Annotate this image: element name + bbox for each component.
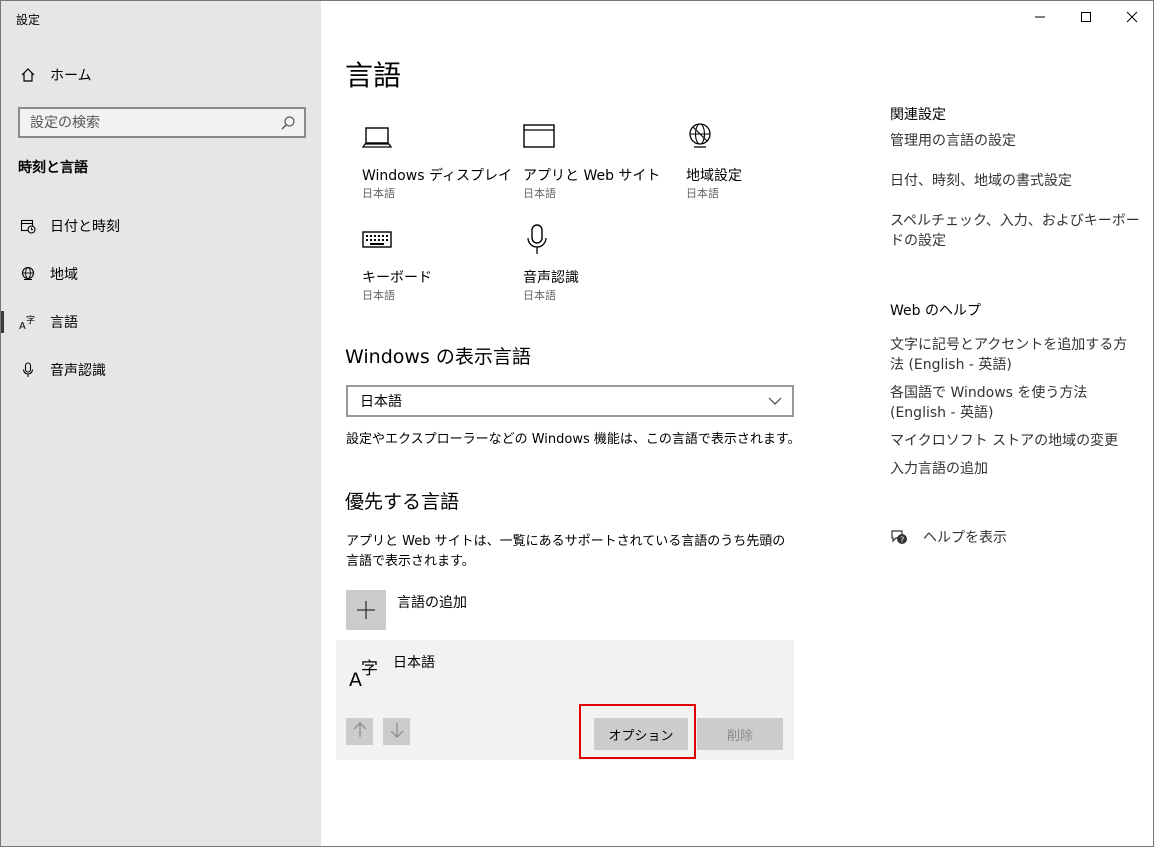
maximize-button[interactable]	[1063, 1, 1109, 33]
add-language-label: 言語の追加	[397, 595, 467, 611]
section-heading-preferred-language: 優先する言語	[345, 491, 460, 513]
sidebar-item-label: 言語	[50, 315, 78, 331]
tile-label: 音声認識	[523, 270, 579, 286]
related-link-admin-language[interactable]: 管理用の言語の設定	[890, 131, 1140, 151]
microphone-icon	[18, 360, 38, 380]
language-icon: A字	[18, 312, 38, 332]
page-title: 言語	[345, 59, 402, 92]
language-list-item[interactable]: A字 日本語 オプション 削除	[336, 640, 794, 760]
keyboard-icon	[362, 223, 396, 257]
display-language-description: 設定やエクスプローラーなどの Windows 機能は、この言語で表示されます。	[346, 432, 801, 447]
tile-label: 地域設定	[686, 168, 742, 184]
tile-label: アプリと Web サイト	[523, 168, 661, 184]
section-title: 時刻と言語	[18, 160, 88, 176]
related-settings-heading: 関連設定	[890, 107, 946, 123]
browser-window-icon	[523, 121, 557, 155]
move-down-button[interactable]	[383, 718, 410, 745]
svg-text:?: ?	[900, 536, 904, 545]
add-language-button[interactable]: 言語の追加	[346, 590, 467, 630]
tile-label: キーボード	[362, 270, 432, 286]
sidebar-item-label: 地域	[50, 267, 78, 283]
section-heading-display-language: Windows の表示言語	[345, 346, 531, 368]
globe-icon	[18, 264, 38, 284]
tile-speech[interactable]: 音声認識 日本語	[507, 223, 657, 313]
search-input[interactable]	[20, 114, 270, 131]
tile-subtext: 日本語	[362, 187, 395, 200]
tile-label: Windows ディスプレイ	[362, 168, 512, 184]
chevron-down-icon	[768, 395, 782, 411]
remove-button[interactable]: 削除	[697, 718, 783, 750]
language-name: 日本語	[393, 655, 435, 671]
sidebar-item-label: ホーム	[50, 68, 92, 84]
help-chat-icon: ?	[889, 527, 909, 547]
search-box[interactable]	[18, 107, 306, 138]
minimize-button[interactable]	[1017, 1, 1063, 33]
search-icon[interactable]	[280, 115, 296, 135]
tile-subtext: 日本語	[523, 289, 556, 302]
related-link-date-format[interactable]: 日付、時刻、地域の書式設定	[890, 171, 1140, 191]
close-button[interactable]	[1109, 1, 1153, 33]
maximize-icon	[1080, 8, 1092, 27]
web-help-link-windows-languages[interactable]: 各国語で Windows を使う方法 (English - 英語)	[890, 383, 1140, 423]
options-button[interactable]: オプション	[594, 718, 688, 750]
close-icon	[1126, 8, 1138, 27]
tile-windows-display[interactable]: Windows ディスプレイ 日本語	[346, 121, 512, 211]
microphone-icon	[523, 223, 557, 257]
svg-text:A: A	[19, 321, 26, 330]
arrow-up-icon	[353, 721, 367, 742]
svg-text:字: 字	[361, 659, 378, 679]
svg-text:字: 字	[26, 314, 35, 326]
tile-subtext: 日本語	[362, 289, 395, 302]
display-language-select[interactable]: 日本語	[346, 385, 794, 417]
get-help-link[interactable]: ? ヘルプを表示	[889, 527, 1007, 547]
laptop-icon	[361, 121, 396, 155]
sidebar: 設定 ホーム 時刻と言語 日付と時刻 地域	[1, 1, 321, 846]
tile-region-settings[interactable]: 地域設定 日本語	[670, 121, 820, 211]
tile-keyboard[interactable]: キーボード 日本語	[346, 223, 496, 313]
get-help-label: ヘルプを表示	[923, 530, 1007, 546]
web-help-link-accents[interactable]: 文字に記号とアクセントを追加する方法 (English - 英語)	[890, 335, 1140, 375]
home-icon	[18, 65, 38, 85]
preferred-language-description: アプリと Web サイトは、一覧にあるサポートされている言語のうち先頭の言語で表…	[346, 534, 786, 569]
calendar-clock-icon	[18, 216, 38, 236]
move-up-button[interactable]	[346, 718, 373, 745]
app-title: 設定	[16, 13, 41, 27]
sidebar-item-date-time[interactable]: 日付と時刻	[1, 206, 321, 246]
sidebar-item-language[interactable]: A字 言語	[1, 302, 321, 342]
minimize-icon	[1034, 8, 1046, 27]
tile-apps-websites[interactable]: アプリと Web サイト 日本語	[507, 121, 661, 211]
sidebar-item-home[interactable]: ホーム	[1, 55, 321, 95]
web-help-heading: Web のヘルプ	[890, 303, 981, 319]
sidebar-item-label: 音声認識	[50, 363, 106, 379]
tile-subtext: 日本語	[523, 187, 556, 200]
tile-subtext: 日本語	[686, 187, 719, 200]
settings-window: 設定 ホーム 時刻と言語 日付と時刻 地域	[0, 0, 1154, 847]
language-icon: A字	[348, 654, 382, 692]
web-help-link-store-region[interactable]: マイクロソフト ストアの地域の変更	[890, 431, 1140, 451]
arrow-down-icon	[390, 722, 404, 742]
sidebar-item-label: 日付と時刻	[50, 219, 120, 235]
globe-settings-icon	[686, 121, 720, 155]
plus-icon	[346, 590, 386, 630]
sidebar-item-region[interactable]: 地域	[1, 254, 321, 294]
related-link-spelling-keyboard[interactable]: スペルチェック、入力、およびキーボードの設定	[890, 211, 1140, 251]
web-help-link-input-language[interactable]: 入力言語の追加	[890, 459, 1140, 479]
sidebar-item-speech[interactable]: 音声認識	[1, 350, 321, 390]
selected-language: 日本語	[360, 394, 402, 410]
